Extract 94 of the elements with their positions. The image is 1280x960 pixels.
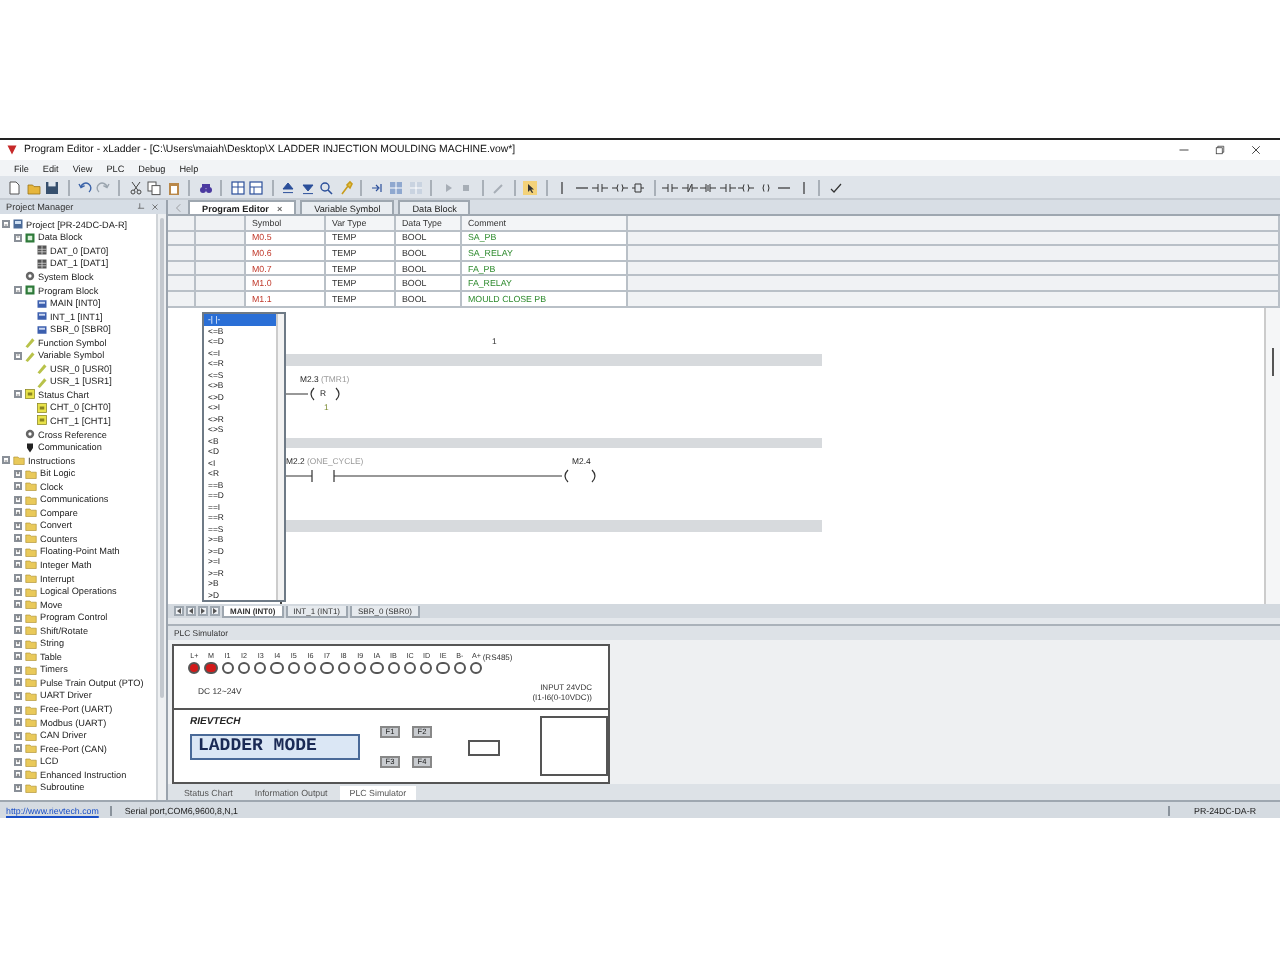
collapse-toggle[interactable] bbox=[14, 233, 22, 242]
expand-toggle[interactable] bbox=[14, 783, 22, 792]
expand-toggle[interactable] bbox=[14, 587, 22, 596]
lcd-screen: LADDER MODE bbox=[190, 733, 360, 760]
terminal-indicator[interactable] bbox=[337, 661, 350, 674]
expand-toggle[interactable] bbox=[14, 495, 22, 504]
gear-icon bbox=[24, 270, 36, 283]
gear-icon bbox=[24, 428, 36, 441]
terminal-indicator[interactable] bbox=[420, 661, 433, 674]
terminal-indicator[interactable] bbox=[204, 661, 218, 674]
terminal-indicator[interactable] bbox=[403, 661, 417, 674]
expand-toggle[interactable] bbox=[14, 600, 22, 609]
redo-icon[interactable] bbox=[95, 179, 111, 195]
scrollbar[interactable] bbox=[156, 214, 166, 800]
plug-icon bbox=[24, 441, 36, 454]
contact-icon[interactable] bbox=[719, 179, 735, 195]
scrollbar[interactable] bbox=[1264, 308, 1280, 604]
expand-toggle[interactable] bbox=[14, 482, 22, 491]
terminal-indicator[interactable] bbox=[270, 661, 284, 674]
expand-toggle[interactable] bbox=[14, 718, 22, 727]
coil-drawing[interactable] bbox=[282, 385, 342, 402]
expand-toggle[interactable] bbox=[14, 560, 22, 569]
terminal-indicator[interactable] bbox=[470, 661, 483, 674]
terminal-indicator[interactable] bbox=[436, 661, 450, 674]
expand-toggle[interactable] bbox=[14, 521, 22, 530]
binoculars-icon[interactable] bbox=[197, 179, 213, 195]
terminal-indicator[interactable] bbox=[353, 661, 367, 674]
copy-icon[interactable] bbox=[146, 179, 162, 195]
expand-toggle[interactable] bbox=[14, 678, 22, 687]
expand-toggle[interactable] bbox=[14, 613, 22, 622]
expand-toggle[interactable] bbox=[14, 770, 22, 779]
expand-toggle[interactable] bbox=[14, 652, 22, 661]
terminal-indicator[interactable] bbox=[370, 661, 384, 674]
expand-toggle[interactable] bbox=[14, 547, 22, 556]
coil-icon[interactable] bbox=[564, 468, 600, 485]
coil-icon[interactable] bbox=[757, 179, 773, 195]
terminal-indicator[interactable] bbox=[387, 661, 400, 674]
expand-toggle[interactable] bbox=[14, 574, 22, 583]
box-icon[interactable] bbox=[630, 179, 646, 195]
checkmark-icon[interactable] bbox=[827, 179, 843, 195]
clipboard-icon[interactable] bbox=[165, 179, 181, 195]
contact-icon[interactable] bbox=[681, 179, 697, 195]
grid-icon[interactable] bbox=[388, 179, 404, 195]
undo-icon[interactable] bbox=[76, 179, 92, 195]
contact-icon[interactable] bbox=[700, 179, 716, 195]
expand-toggle[interactable] bbox=[14, 691, 22, 700]
expand-toggle[interactable] bbox=[14, 508, 22, 517]
restore-icon[interactable] bbox=[1214, 144, 1226, 156]
block-icon bbox=[24, 284, 36, 296]
expand-toggle[interactable] bbox=[14, 757, 22, 766]
terminal-indicator[interactable] bbox=[254, 661, 267, 674]
collapse-toggle[interactable] bbox=[14, 390, 22, 399]
next-page-button[interactable] bbox=[198, 606, 208, 616]
app-logo-icon bbox=[6, 144, 18, 156]
expand-toggle[interactable] bbox=[14, 626, 22, 635]
expand-toggle[interactable] bbox=[14, 665, 22, 674]
collapse-toggle[interactable] bbox=[2, 456, 10, 465]
search-icon[interactable] bbox=[318, 179, 334, 195]
table-icon[interactable] bbox=[248, 179, 264, 195]
expand-toggle[interactable] bbox=[14, 469, 22, 478]
collapse-toggle[interactable] bbox=[14, 351, 22, 360]
scissors-icon[interactable] bbox=[127, 179, 143, 195]
project-icon bbox=[12, 218, 24, 231]
terminal-indicator[interactable] bbox=[188, 661, 201, 674]
expand-toggle[interactable] bbox=[14, 639, 22, 648]
terminal-indicator[interactable] bbox=[287, 661, 301, 674]
terminal-indicator[interactable] bbox=[237, 661, 251, 674]
terminal-indicator[interactable] bbox=[320, 661, 334, 674]
expand-toggle[interactable] bbox=[14, 534, 22, 543]
expand-toggle[interactable] bbox=[14, 744, 22, 753]
expand-toggle[interactable] bbox=[14, 731, 22, 740]
pointer-icon[interactable] bbox=[522, 179, 538, 195]
down-arrow-icon[interactable] bbox=[299, 179, 315, 195]
terminal-indicator[interactable] bbox=[304, 661, 317, 674]
slot-outline bbox=[468, 739, 500, 756]
contact-icon[interactable] bbox=[662, 179, 678, 195]
up-arrow-icon[interactable] bbox=[280, 179, 296, 195]
collapse-toggle[interactable] bbox=[2, 220, 10, 229]
collapse-toggle[interactable] bbox=[14, 286, 22, 294]
compile-icon[interactable] bbox=[369, 179, 385, 195]
coil-icon[interactable] bbox=[611, 179, 627, 195]
last-page-button[interactable] bbox=[210, 606, 220, 616]
table-icon[interactable] bbox=[229, 179, 245, 195]
close-icon[interactable] bbox=[1250, 144, 1262, 156]
terminal-indicator[interactable] bbox=[221, 661, 234, 674]
minimize-icon[interactable] bbox=[1178, 144, 1190, 156]
block-icon bbox=[24, 231, 36, 244]
first-page-button[interactable] bbox=[174, 606, 184, 616]
previous-page-button[interactable] bbox=[186, 606, 196, 616]
coil-icon[interactable] bbox=[738, 179, 754, 195]
terminal-indicator[interactable] bbox=[453, 661, 467, 674]
pin-icon[interactable] bbox=[136, 202, 146, 212]
contact-icon[interactable] bbox=[592, 179, 608, 195]
expand-toggle[interactable] bbox=[14, 705, 22, 713]
